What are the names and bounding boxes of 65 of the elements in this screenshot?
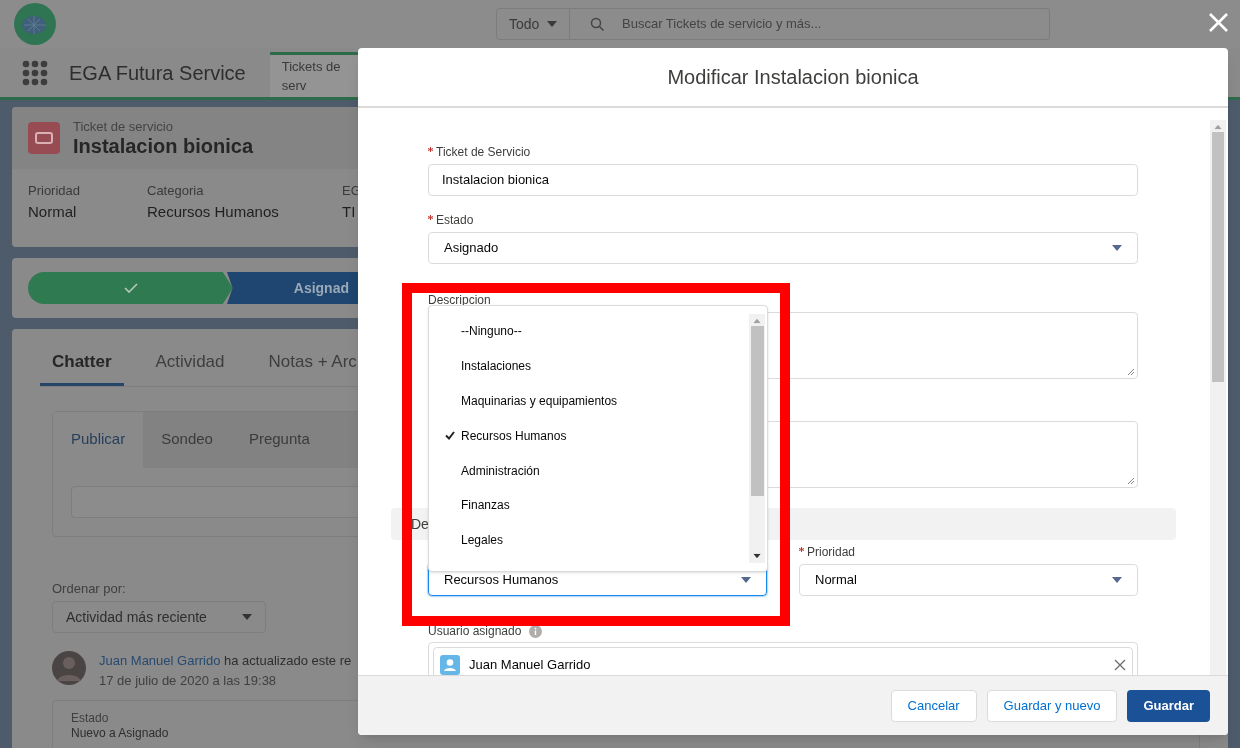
field-label: Categoria: [147, 182, 204, 200]
search-icon: [590, 17, 604, 31]
info-icon: [529, 624, 543, 638]
caret-icon: [1214, 124, 1222, 130]
secondary-button[interactable]: Cancelar: [890, 689, 977, 722]
caret-icon: [753, 553, 761, 559]
picklist-option[interactable]: Maquinarias y equipamientos: [429, 383, 749, 419]
caret-icon: [1112, 245, 1122, 251]
dropdown-scrollbar[interactable]: [749, 314, 765, 563]
field-label: Estado: [436, 212, 474, 229]
search-scope-select[interactable]: Todo: [496, 8, 570, 40]
check-icon: [445, 431, 455, 441]
picklist-field[interactable]: Asignado: [428, 232, 1138, 264]
record-tab[interactable]: Actividad: [143, 349, 237, 386]
resize-handle-icon: [1127, 477, 1135, 485]
app-launcher-icon[interactable]: [22, 59, 48, 86]
publisher-tab[interactable]: Publicar: [53, 411, 144, 468]
field-label: Usuario asignado: [428, 623, 522, 640]
lookup-value: Juan Manuel Garrido: [469, 656, 592, 675]
picklist-option[interactable]: Recursos Humanos: [429, 418, 749, 454]
field-label: Ticket de Servicio: [436, 144, 531, 161]
modal-title: Modificar Instalacion bionica: [667, 65, 919, 90]
close-icon[interactable]: [1209, 13, 1228, 32]
feed-date: 17 de julio de 2020 a las 19:38: [99, 671, 278, 690]
feed-action-text: ha actualizado este re: [224, 653, 352, 668]
publisher-tab[interactable]: Sondeo: [143, 411, 231, 468]
field-value: Normal: [28, 201, 77, 222]
field-value: TI: [342, 201, 356, 222]
caret-icon: [547, 21, 557, 27]
clear-icon[interactable]: [1114, 659, 1126, 671]
record-title: Instalacion bionica: [73, 133, 254, 158]
sort-select[interactable]: Actividad más reciente: [52, 601, 266, 633]
publisher-tab[interactable]: Pregunta: [230, 411, 328, 468]
field-value: Recursos Humanos: [147, 201, 279, 222]
picklist-option[interactable]: --Ninguno--: [429, 314, 749, 349]
change-value: Nuevo a Asignado: [71, 726, 170, 741]
picklist-field[interactable]: Normal: [799, 564, 1138, 596]
author-link[interactable]: Juan Manuel Garrido: [99, 653, 221, 668]
avatar: [52, 651, 86, 685]
caret-icon: [242, 614, 252, 620]
search-field[interactable]: Buscar Tickets de servicio y más...: [570, 8, 1050, 40]
picklist-option[interactable]: Legales: [429, 522, 749, 558]
save-button[interactable]: Guardar: [1127, 689, 1210, 722]
section-title: De: [411, 514, 429, 534]
scrollbar[interactable]: [1210, 120, 1226, 675]
record-tab[interactable]: Notas + Arc: [256, 349, 369, 386]
logo-icon: [14, 3, 56, 45]
check-icon: [123, 283, 138, 293]
ticket-icon: [28, 122, 60, 154]
field-label: Prioridad: [807, 544, 856, 561]
user-icon: [440, 655, 460, 675]
field-label: Prioridad: [28, 182, 81, 200]
resize-handle-icon: [1127, 368, 1135, 376]
caret-icon: [741, 577, 751, 583]
text-input-field[interactable]: Instalacion bionica: [428, 164, 1138, 196]
picklist-option[interactable]: Finanzas: [429, 488, 749, 523]
picklist-option[interactable]: Administración: [429, 453, 749, 488]
picklist-option[interactable]: Instalaciones: [429, 348, 749, 384]
secondary-button[interactable]: Guardar y nuevo: [986, 689, 1118, 722]
record-tab[interactable]: Chatter: [40, 349, 124, 386]
field-label: Descripcion: [428, 292, 491, 309]
object-type-label: Ticket de servicio: [73, 118, 174, 134]
app-name: EGA Futura Service: [69, 60, 246, 86]
sort-label: Ordenar por:: [52, 579, 126, 598]
caret-icon: [1112, 577, 1122, 583]
